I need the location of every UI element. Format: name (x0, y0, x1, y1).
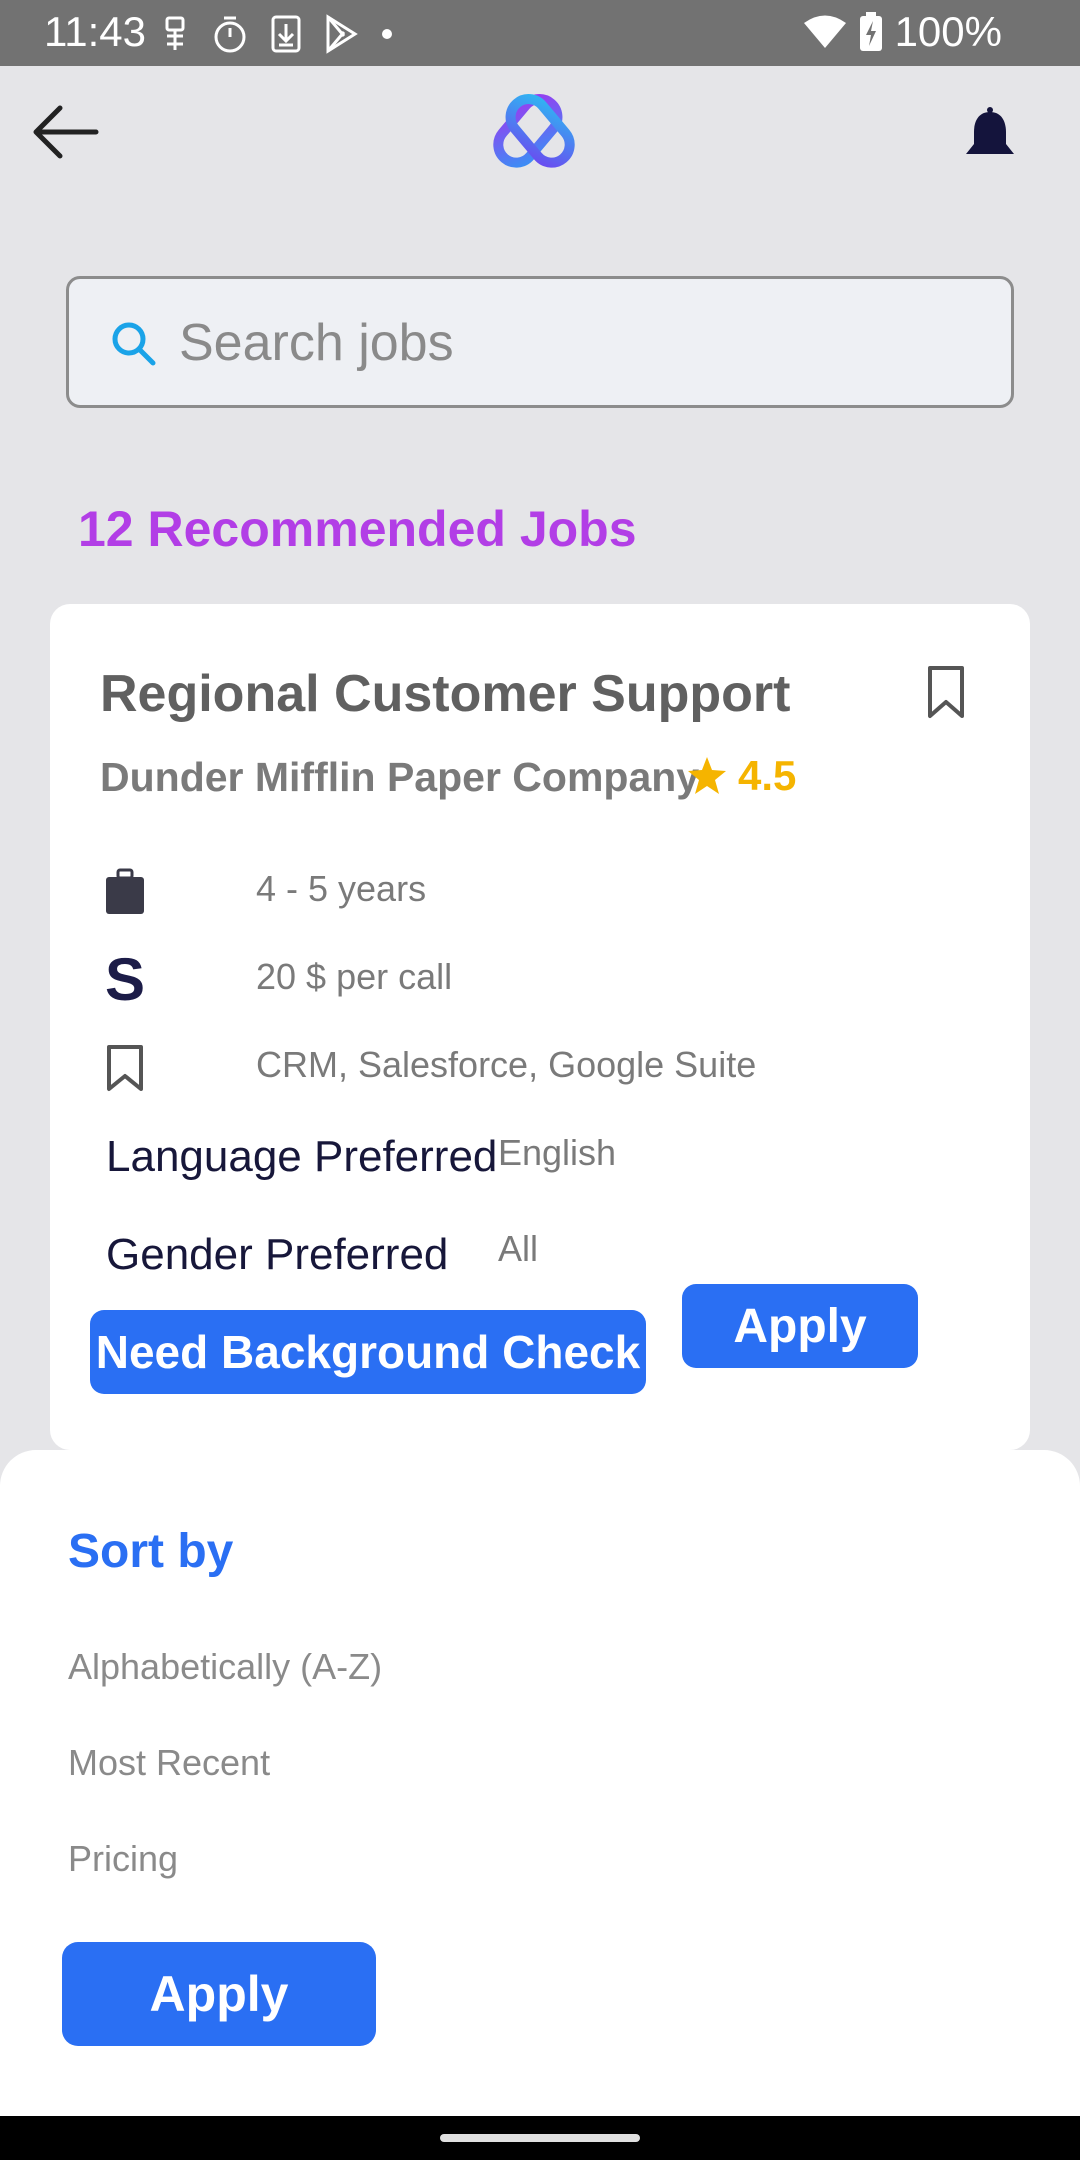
system-nav-bar (0, 2116, 1080, 2160)
sort-apply-button[interactable]: Apply (62, 1942, 376, 2046)
search-bar[interactable] (66, 276, 1014, 408)
company-name: Dunder Mifflin Paper Company (100, 754, 700, 800)
job-apply-button[interactable]: Apply (682, 1284, 918, 1368)
status-time: 11:43 (44, 8, 146, 55)
app-logo (492, 94, 576, 178)
pay-row: S 20 $ per call (100, 946, 452, 1013)
job-title: Regional Customer Support (100, 665, 791, 723)
pay-text: 20 $ per call (256, 956, 453, 997)
home-gesture-handle[interactable] (440, 2134, 640, 2142)
skills-text: CRM, Salesforce, Google Suite (256, 1044, 757, 1085)
status-right: 100% (803, 8, 1002, 56)
skills-row: CRM, Salesforce, Google Suite (100, 1038, 756, 1098)
rating: 4.5 (686, 752, 796, 800)
usb-icon (165, 16, 185, 50)
tag-bookmark-icon (100, 1040, 150, 1096)
bookmark-button[interactable] (918, 664, 974, 720)
app-bar (0, 66, 1080, 200)
rating-value: 4.5 (738, 752, 797, 799)
sort-option-most-recent[interactable]: Most Recent (68, 1742, 270, 1784)
status-bar: 11:43 100% (0, 0, 1080, 66)
notification-button[interactable] (960, 106, 1020, 166)
sort-bottom-sheet: Sort by Alphabetically (A-Z) Most Recent… (0, 1450, 1080, 2116)
play-store-icon (326, 14, 358, 54)
sort-option-pricing[interactable]: Pricing (68, 1838, 178, 1880)
timer-icon (214, 16, 246, 53)
battery-charging-icon (859, 12, 882, 51)
star-icon (688, 757, 726, 794)
experience-row: 4 - 5 years (100, 862, 426, 922)
bookmark-icon (928, 666, 964, 718)
search-input[interactable] (179, 301, 979, 385)
recommended-jobs-title: 12 Recommended Jobs (78, 501, 637, 557)
arrow-left-icon (33, 105, 99, 159)
gender-value: All (498, 1228, 539, 1269)
battery-percent: 100% (894, 8, 1002, 55)
gender-label: Gender Preferred (106, 1230, 449, 1279)
language-value: English (498, 1132, 617, 1173)
job-card[interactable]: Regional Customer Support Dunder Mifflin… (50, 604, 1030, 1450)
app-logo-icon (493, 94, 575, 168)
download-icon (271, 15, 301, 53)
search-icon (112, 322, 156, 366)
bell-icon (966, 107, 1014, 154)
sort-option-alphabetical[interactable]: Alphabetically (A-Z) (68, 1646, 382, 1688)
language-label: Language Preferred (106, 1132, 498, 1181)
briefcase-icon (100, 864, 150, 920)
dot-icon (382, 29, 392, 39)
status-icons-left (160, 12, 394, 56)
dollar-icon: S (104, 946, 146, 1013)
background-check-badge: Need Background Check (90, 1310, 646, 1394)
wifi-icon (803, 15, 846, 48)
back-button[interactable] (26, 102, 102, 162)
experience-text: 4 - 5 years (256, 868, 427, 909)
sort-title: Sort by (68, 1525, 234, 1578)
